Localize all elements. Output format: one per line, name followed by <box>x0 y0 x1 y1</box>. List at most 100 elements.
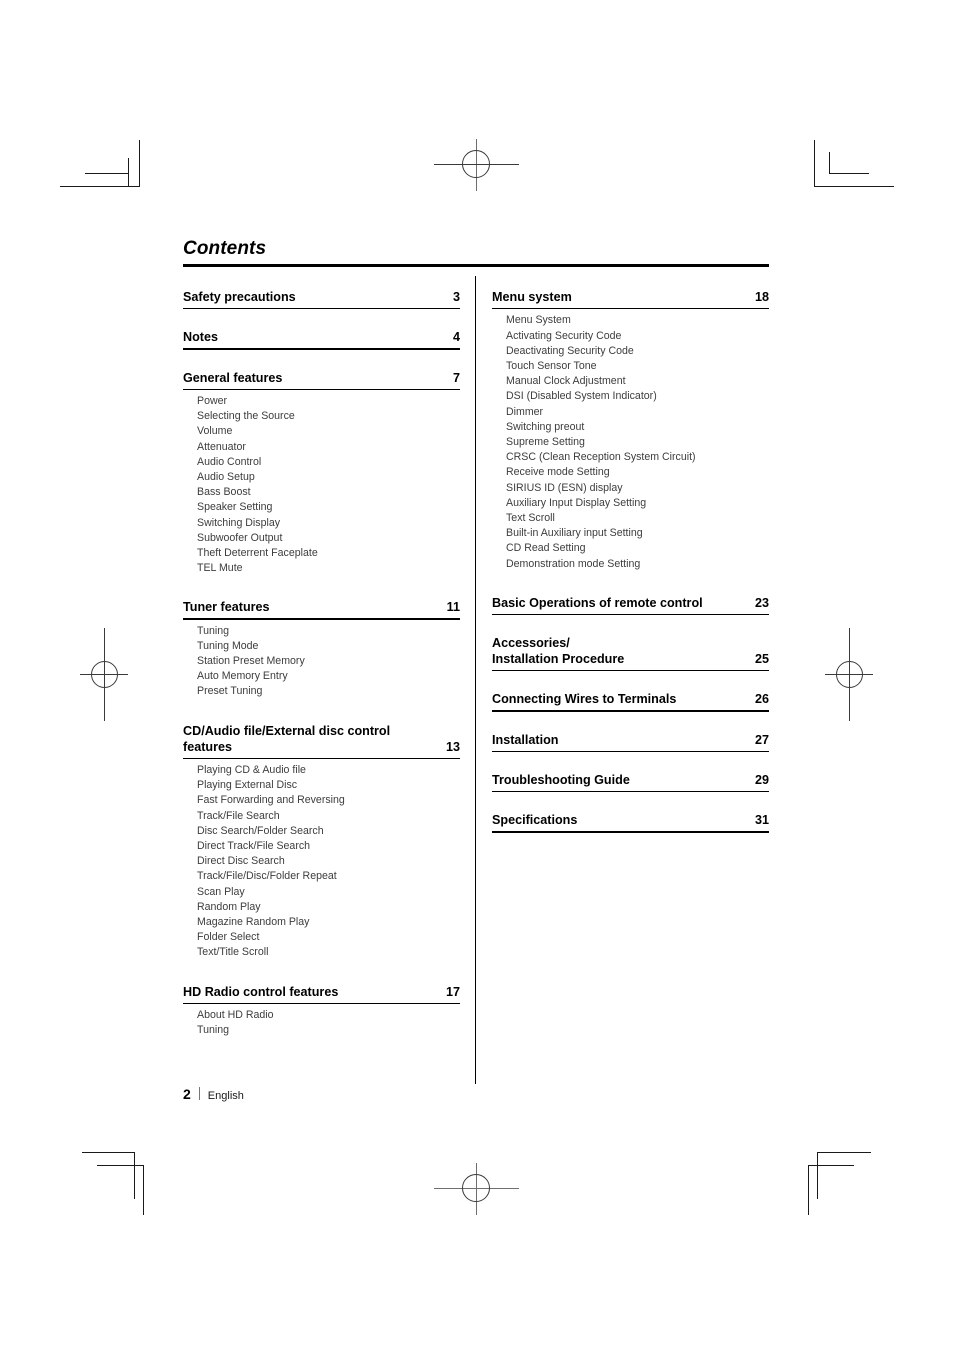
toc-subitem[interactable]: Folder Select <box>197 930 460 945</box>
toc-subitem[interactable]: Text/Title Scroll <box>197 945 460 960</box>
toc-section-installation[interactable]: Installation 27 <box>492 732 769 752</box>
toc-subitem[interactable]: Bass Boost <box>197 485 460 500</box>
toc-subitem[interactable]: Audio Setup <box>197 470 460 485</box>
toc-heading-rule <box>183 388 460 390</box>
page-title: Contents <box>183 238 267 259</box>
toc-heading-label: HD Radio control features <box>183 984 339 999</box>
toc-subitem[interactable]: Disc Search/Folder Search <box>197 824 460 839</box>
toc-subitem[interactable]: Direct Disc Search <box>197 854 460 869</box>
toc-heading-label: Troubleshooting Guide <box>492 772 630 787</box>
toc-subitem[interactable]: CD Read Setting <box>506 541 769 556</box>
toc-heading-page: 7 <box>452 370 460 385</box>
toc-subitem[interactable]: Switching preout <box>506 420 769 435</box>
toc-right-column: Menu system 18 Menu System Activating Se… <box>492 289 769 842</box>
page-footer: 2 English <box>183 1086 244 1102</box>
toc-heading-page: 31 <box>754 813 769 828</box>
toc-subitem[interactable]: Track/File Search <box>197 809 460 824</box>
toc-subitem[interactable]: Power <box>197 394 460 409</box>
toc-subitem[interactable]: Auxiliary Input Display Setting <box>506 496 769 511</box>
toc-section-general-features[interactable]: General features 7 Power Selecting the S… <box>183 370 460 577</box>
toc-subitem[interactable]: CRSC (Clean Reception System Circuit) <box>506 450 769 465</box>
toc-section-connecting-wires-to-terminals[interactable]: Connecting Wires to Terminals 26 <box>492 691 769 712</box>
toc-subitem[interactable]: Manual Clock Adjustment <box>506 374 769 389</box>
toc-heading-label-line1: CD/Audio file/External disc control <box>183 723 391 738</box>
toc-subitem[interactable]: Dimmer <box>506 405 769 420</box>
toc-subitem-list: Power Selecting the Source Volume Attenu… <box>183 394 460 576</box>
toc-heading-page: 18 <box>754 290 769 304</box>
toc-heading-label: Specifications <box>492 813 578 828</box>
toc-heading-page: 17 <box>445 984 460 999</box>
toc-subitem[interactable]: Built-in Auxiliary input Setting <box>506 526 769 541</box>
toc-subitem[interactable]: Theft Deterrent Faceplate <box>197 546 460 561</box>
toc-section-hd-radio-control-features[interactable]: HD Radio control features 17 About HD Ra… <box>183 984 460 1039</box>
toc-heading-page: 29 <box>754 772 769 787</box>
toc-section-safety-precautions[interactable]: Safety precautions 3 <box>183 289 460 310</box>
toc-subitem[interactable]: Speaker Setting <box>197 500 460 515</box>
toc-heading-page: 11 <box>446 600 460 615</box>
toc-heading-rule <box>492 750 769 752</box>
toc-subitem[interactable]: Attenuator <box>197 440 460 455</box>
toc-subitem[interactable]: Supreme Setting <box>506 435 769 450</box>
toc-subitem[interactable]: Direct Track/File Search <box>197 839 460 854</box>
toc-section-troubleshooting-guide[interactable]: Troubleshooting Guide 29 <box>492 772 769 793</box>
toc-subitem[interactable]: TEL Mute <box>197 561 460 576</box>
toc-heading-label-line2: Installation Procedure <box>492 652 625 667</box>
toc-subitem[interactable]: Auto Memory Entry <box>197 669 460 684</box>
toc-subitem[interactable]: Deactivating Security Code <box>506 344 769 359</box>
toc-subitem[interactable]: Receive mode Setting <box>506 465 769 480</box>
toc-subitem[interactable]: Subwoofer Output <box>197 531 460 546</box>
toc-subitem[interactable]: Magazine Random Play <box>197 915 460 930</box>
toc-section-specifications[interactable]: Specifications 31 <box>492 812 769 833</box>
toc-subitem[interactable]: Playing External Disc <box>197 778 460 793</box>
toc-subitem[interactable]: DSI (Disabled System Indicator) <box>506 389 769 404</box>
footer-language: English <box>207 1090 244 1102</box>
toc-heading-label: General features <box>183 370 283 385</box>
toc-section-menu-system[interactable]: Menu system 18 Menu System Activating Se… <box>492 289 769 572</box>
toc-subitem[interactable]: Track/File/Disc/Folder Repeat <box>197 869 460 884</box>
toc-subitem[interactable]: Audio Control <box>197 455 460 470</box>
toc-subitem[interactable]: Random Play <box>197 900 460 915</box>
toc-heading-rule <box>492 790 769 793</box>
toc-section-accessories-installation-procedure[interactable]: Accessories/ Installation Procedure 25 <box>492 635 769 672</box>
toc-subitem[interactable]: Selecting the Source <box>197 409 460 424</box>
toc-subitem[interactable]: About HD Radio <box>197 1008 460 1023</box>
toc-heading-page: 26 <box>754 692 769 707</box>
toc-subitem[interactable]: Menu System <box>506 313 769 328</box>
toc-subitem[interactable]: Demonstration mode Setting <box>506 557 769 572</box>
toc-heading-rule <box>492 308 769 310</box>
toc-subitem[interactable]: Touch Sensor Tone <box>506 359 769 374</box>
toc-subitem[interactable]: Tuning <box>197 624 460 639</box>
toc-heading-label: Tuner features <box>183 600 270 615</box>
toc-heading-label: Connecting Wires to Terminals <box>492 692 677 707</box>
toc-subitem[interactable]: Tuning Mode <box>197 639 460 654</box>
toc-left-column: Safety precautions 3 Notes 4 General fea… <box>183 289 460 1047</box>
toc-subitem[interactable]: Preset Tuning <box>197 684 460 699</box>
toc-subitem[interactable]: Playing CD & Audio file <box>197 763 460 778</box>
toc-heading-rule <box>183 618 460 620</box>
toc-subitem[interactable]: Fast Forwarding and Reversing <box>197 793 460 808</box>
toc-section-basic-operations-remote-control[interactable]: Basic Operations of remote control 23 <box>492 595 769 616</box>
toc-subitem[interactable]: Activating Security Code <box>506 329 769 344</box>
toc-subitem[interactable]: Text Scroll <box>506 511 769 526</box>
toc-subitem-list: Playing CD & Audio file Playing External… <box>183 763 460 961</box>
toc-subitem[interactable]: Scan Play <box>197 885 460 900</box>
toc-subitem[interactable]: Station Preset Memory <box>197 654 460 669</box>
toc-subitem[interactable]: Switching Display <box>197 516 460 531</box>
toc-section-notes[interactable]: Notes 4 <box>183 329 460 350</box>
toc-subitem[interactable]: Tuning <box>197 1023 460 1038</box>
toc-section-cd-audio-external-disc-control-features[interactable]: CD/Audio file/External disc control feat… <box>183 723 460 961</box>
toc-section-tuner-features[interactable]: Tuner features 11 Tuning Tuning Mode Sta… <box>183 599 460 699</box>
toc-heading-page: 3 <box>452 290 460 304</box>
toc-subitem[interactable]: SIRIUS ID (ESN) display <box>506 481 769 496</box>
toc-subitem-list: About HD Radio Tuning <box>183 1008 460 1038</box>
toc-subitem[interactable]: Volume <box>197 424 460 439</box>
toc-heading-page: 25 <box>754 652 769 667</box>
